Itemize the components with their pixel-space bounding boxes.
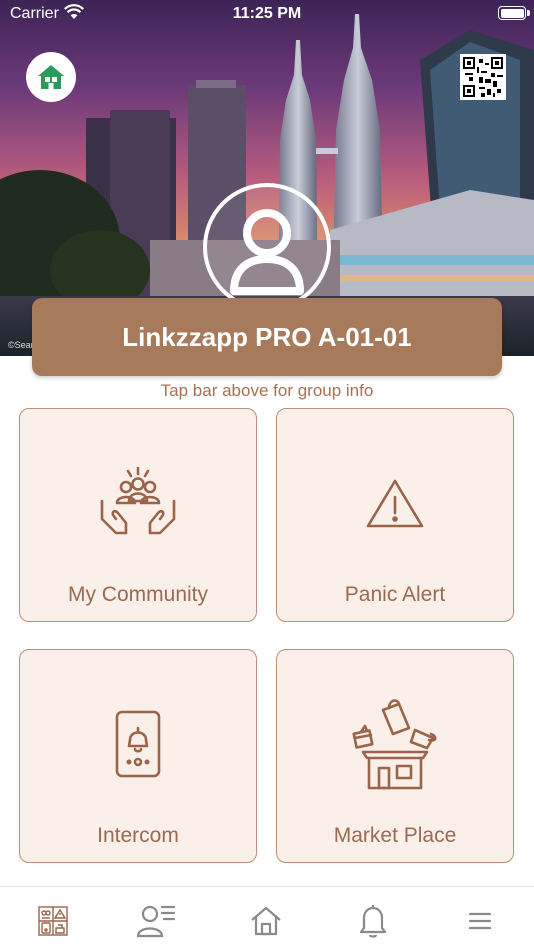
group-info-bar[interactable]: Linkzzapp PRO A-01-01 (32, 298, 502, 376)
qr-code-button[interactable] (460, 54, 506, 100)
my-community-label: My Community (67, 583, 209, 606)
warning-triangle-icon (277, 477, 513, 529)
battery-icon (498, 6, 530, 20)
qr-code-icon (463, 57, 503, 97)
menu-icon (469, 912, 491, 930)
bell-icon (359, 905, 387, 938)
group-info-hint: Tap bar above for group info (160, 381, 374, 400)
status-time: 11:25 PM (232, 5, 302, 22)
tab-notifications[interactable] (353, 901, 393, 941)
home-icon (251, 906, 281, 936)
tab-menu[interactable] (460, 901, 500, 941)
intercom-bell-icon (20, 710, 256, 778)
profile-avatar[interactable] (203, 183, 331, 311)
tab-contacts[interactable] (136, 901, 176, 941)
user-avatar-icon (230, 209, 304, 295)
contacts-list-icon (136, 905, 176, 938)
intercom-tile[interactable]: Intercom (19, 649, 257, 863)
home-button[interactable] (26, 52, 76, 102)
market-box-icon (277, 696, 513, 792)
tab-dashboard[interactable] (33, 901, 73, 941)
intercom-label: Intercom (97, 824, 179, 847)
community-hands-icon (20, 467, 256, 539)
panic-alert-label: Panic Alert (344, 583, 446, 606)
bottom-tab-bar (0, 886, 534, 950)
home-icon (38, 65, 64, 89)
dashboard-grid-icon (38, 906, 68, 936)
tab-home[interactable] (246, 901, 286, 941)
market-place-label: Market Place (333, 824, 457, 847)
panic-alert-tile[interactable]: Panic Alert (276, 408, 514, 622)
status-bar: Carrier 11:25 PM (0, 0, 534, 30)
market-place-tile[interactable]: Market Place (276, 649, 514, 863)
my-community-tile[interactable]: My Community (19, 408, 257, 622)
